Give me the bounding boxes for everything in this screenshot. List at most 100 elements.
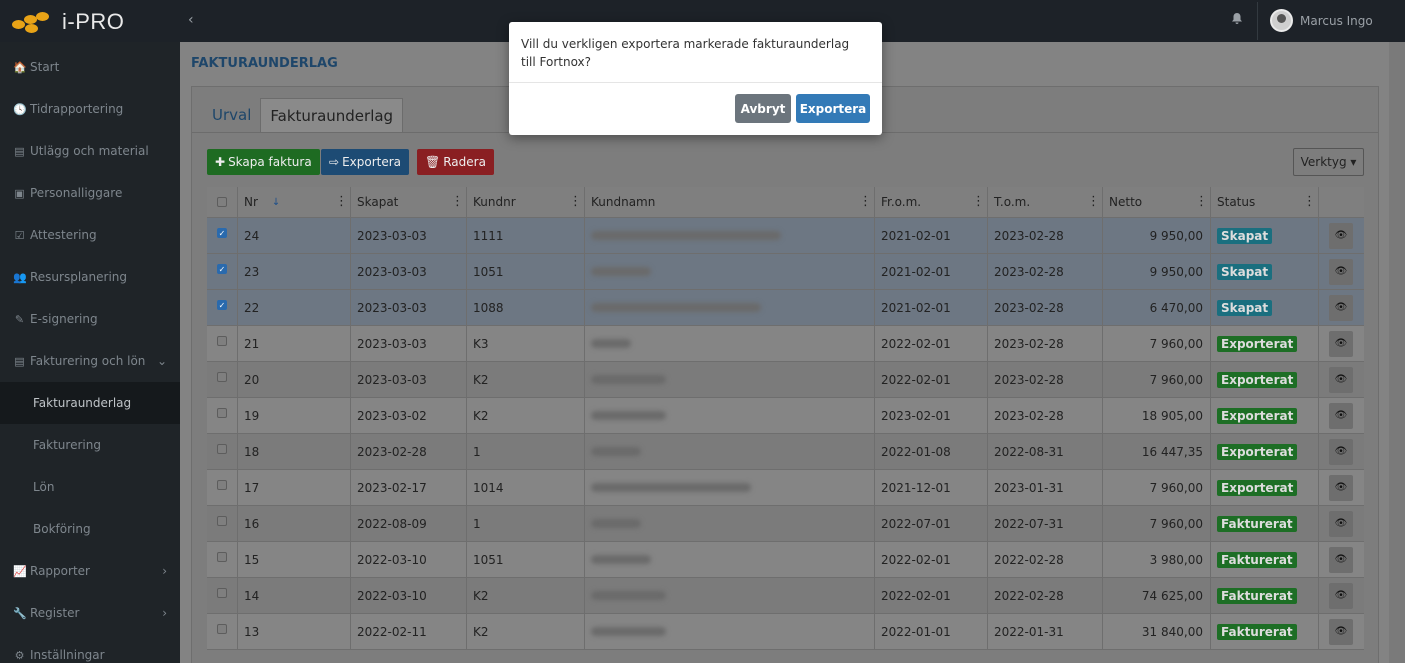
row-checkbox[interactable]	[217, 588, 227, 598]
cell-text: 1051	[473, 552, 504, 567]
view-button[interactable]: 👁	[1329, 366, 1353, 393]
sidebar-item-utlägg-och-material[interactable]: ▤ Utlägg och material	[0, 130, 180, 172]
column-divider	[350, 326, 351, 361]
cancel-button[interactable]: Avbryt	[735, 94, 791, 123]
sidebar-item-personalliggare[interactable]: ▣ Personalliggare	[0, 172, 180, 214]
sidebar-item-fakturaunderlag[interactable]: Fakturaunderlag	[0, 382, 180, 424]
table-row[interactable]: 17 2023-02-17 1014 2021-12-01 2023-01-31 7 96…	[207, 470, 1364, 506]
column-header-skapat[interactable]: Skapat	[357, 187, 459, 217]
row-checkbox[interactable]: ✓	[217, 228, 227, 238]
column-menu-icon[interactable]: ⋮	[859, 194, 872, 209]
view-button[interactable]: 👁	[1329, 294, 1353, 321]
row-checkbox[interactable]	[217, 444, 227, 454]
row-select-cell	[207, 614, 237, 649]
delete-button[interactable]: 🗑 Radera	[417, 149, 494, 175]
view-button[interactable]: 👁	[1329, 510, 1353, 537]
avatar	[1270, 9, 1293, 32]
table-row[interactable]: 19 2023-03-02 K2 2023-02-01 2023-02-28 18 905…	[207, 398, 1364, 434]
column-menu-icon[interactable]: ⋮	[451, 194, 464, 209]
row-checkbox[interactable]	[217, 480, 227, 490]
confirm-export-button[interactable]: Exportera	[796, 94, 870, 123]
view-button[interactable]: 👁	[1329, 222, 1353, 249]
view-button[interactable]: 👁	[1329, 546, 1353, 573]
row-checkbox[interactable]: ✓	[217, 300, 227, 310]
column-menu-icon[interactable]: ⋮	[335, 194, 348, 209]
cell-nr: 15	[244, 542, 343, 577]
view-button[interactable]: 👁	[1329, 618, 1353, 645]
sidebar-icon: 👥	[13, 270, 27, 284]
table-row[interactable]: ✓ 23 2023-03-03 1051 2021-02-01 2023-02-28 9 9…	[207, 254, 1364, 290]
view-button[interactable]: 👁	[1329, 258, 1353, 285]
row-checkbox[interactable]: ✓	[217, 264, 227, 274]
cell-from: 2021-02-01	[881, 254, 980, 289]
table-row[interactable]: 20 2023-03-03 K2 2022-02-01 2023-02-28 7 960,…	[207, 362, 1364, 398]
row-checkbox[interactable]	[217, 372, 227, 382]
app-logo[interactable]: i-PRO	[12, 9, 124, 35]
sort-desc-icon[interactable]: ↓	[272, 197, 280, 208]
sidebar-item-inställningar[interactable]: ⚙ Inställningar	[0, 634, 180, 663]
column-divider	[584, 326, 585, 361]
sidebar-item-lön[interactable]: Lön	[0, 466, 180, 508]
column-menu-icon[interactable]: ⋮	[972, 194, 985, 209]
sidebar-item-bokföring[interactable]: Bokföring	[0, 508, 180, 550]
table-row[interactable]: 13 2022-02-11 K2 2022-01-01 2022-01-31 31 840…	[207, 614, 1364, 650]
column-menu-icon[interactable]: ⋮	[569, 194, 582, 209]
cell-kundnr: 1	[473, 506, 577, 541]
sidebar-item-resursplanering[interactable]: 👥 Resursplanering	[0, 256, 180, 298]
cell-from: 2022-01-08	[881, 434, 980, 469]
column-divider	[466, 578, 467, 613]
table-row[interactable]: ✓ 24 2023-03-03 1111 2021-02-01 2023-02-28 9 9…	[207, 218, 1364, 254]
table-row[interactable]: 14 2022-03-10 K2 2022-02-01 2022-02-28 74 625…	[207, 578, 1364, 614]
sidebar-item-fakturering[interactable]: Fakturering	[0, 424, 180, 466]
sidebar-collapse-icon[interactable]: ‹	[188, 12, 194, 28]
column-divider	[1102, 398, 1103, 433]
row-checkbox[interactable]	[217, 516, 227, 526]
column-menu-icon[interactable]: ⋮	[1303, 194, 1316, 209]
column-divider	[987, 290, 988, 325]
tab-fakturaunderlag[interactable]: Fakturaunderlag	[260, 98, 404, 132]
sidebar-item-attestering[interactable]: ☑ Attestering	[0, 214, 180, 256]
view-button[interactable]: 👁	[1329, 474, 1353, 501]
select-all-checkbox[interactable]	[217, 197, 227, 207]
tools-dropdown[interactable]: Verktyg ▾	[1293, 148, 1364, 176]
table-row[interactable]: 21 2023-03-03 K3 2022-02-01 2023-02-28 7 960,…	[207, 326, 1364, 362]
column-header-from[interactable]: Fr.o.m.	[881, 187, 980, 217]
column-header-nr[interactable]: Nr ↓	[244, 187, 343, 217]
view-button[interactable]: 👁	[1329, 438, 1353, 465]
column-menu-icon[interactable]: ⋮	[1195, 194, 1208, 209]
table-row[interactable]: ✓ 22 2023-03-03 1088 2021-02-01 2023-02-28 6 4…	[207, 290, 1364, 326]
column-divider	[466, 398, 467, 433]
row-checkbox[interactable]	[217, 552, 227, 562]
sidebar-item-e-signering[interactable]: ✎ E-signering	[0, 298, 180, 340]
sidebar-item-fakturering-och-lön[interactable]: ▤ Fakturering och lön ⌄	[0, 340, 180, 382]
create-invoice-button[interactable]: ✚ Skapa faktura	[207, 149, 320, 175]
sidebar-item-register[interactable]: 🔧 Register ›	[0, 592, 180, 634]
view-button[interactable]: 👁	[1329, 582, 1353, 609]
column-menu-icon[interactable]: ⋮	[1087, 194, 1100, 209]
table-row[interactable]: 16 2022-08-09 1 2022-07-01 2022-07-31 7 960,0…	[207, 506, 1364, 542]
bell-icon[interactable]	[1231, 12, 1243, 29]
table-row[interactable]: 18 2023-02-28 1 2022-01-08 2022-08-31 16 447,…	[207, 434, 1364, 470]
cell-nr: 16	[244, 506, 343, 541]
sidebar-item-rapporter[interactable]: 📈 Rapporter ›	[0, 550, 180, 592]
column-header-status[interactable]: Status	[1217, 187, 1311, 217]
export-button[interactable]: ⇨ Exportera	[321, 149, 410, 175]
row-checkbox[interactable]	[217, 624, 227, 634]
column-header-netto[interactable]: Netto	[1109, 187, 1203, 217]
row-checkbox[interactable]	[217, 408, 227, 418]
user-menu[interactable]: Marcus Ingo	[1270, 9, 1373, 32]
column-header-to[interactable]: T.o.m.	[994, 187, 1095, 217]
sidebar-item-label: Fakturaunderlag	[33, 396, 132, 410]
column-divider	[350, 470, 351, 505]
sidebar-item-start[interactable]: 🏠 Start	[0, 46, 180, 88]
column-header-kundnr[interactable]: Kundnr	[473, 187, 577, 217]
view-button[interactable]: 👁	[1329, 402, 1353, 429]
column-header-kundnamn[interactable]: Kundnamn	[591, 187, 867, 217]
sidebar-item-tidrapportering[interactable]: 🕓 Tidrapportering	[0, 88, 180, 130]
table-row[interactable]: 15 2022-03-10 1051 2022-02-01 2022-02-28 3 98…	[207, 542, 1364, 578]
cell-kundnr: K2	[473, 578, 577, 613]
column-divider	[1210, 470, 1211, 505]
view-button[interactable]: 👁	[1329, 330, 1353, 357]
tab-urval[interactable]: Urval	[203, 98, 260, 132]
row-checkbox[interactable]	[217, 336, 227, 346]
